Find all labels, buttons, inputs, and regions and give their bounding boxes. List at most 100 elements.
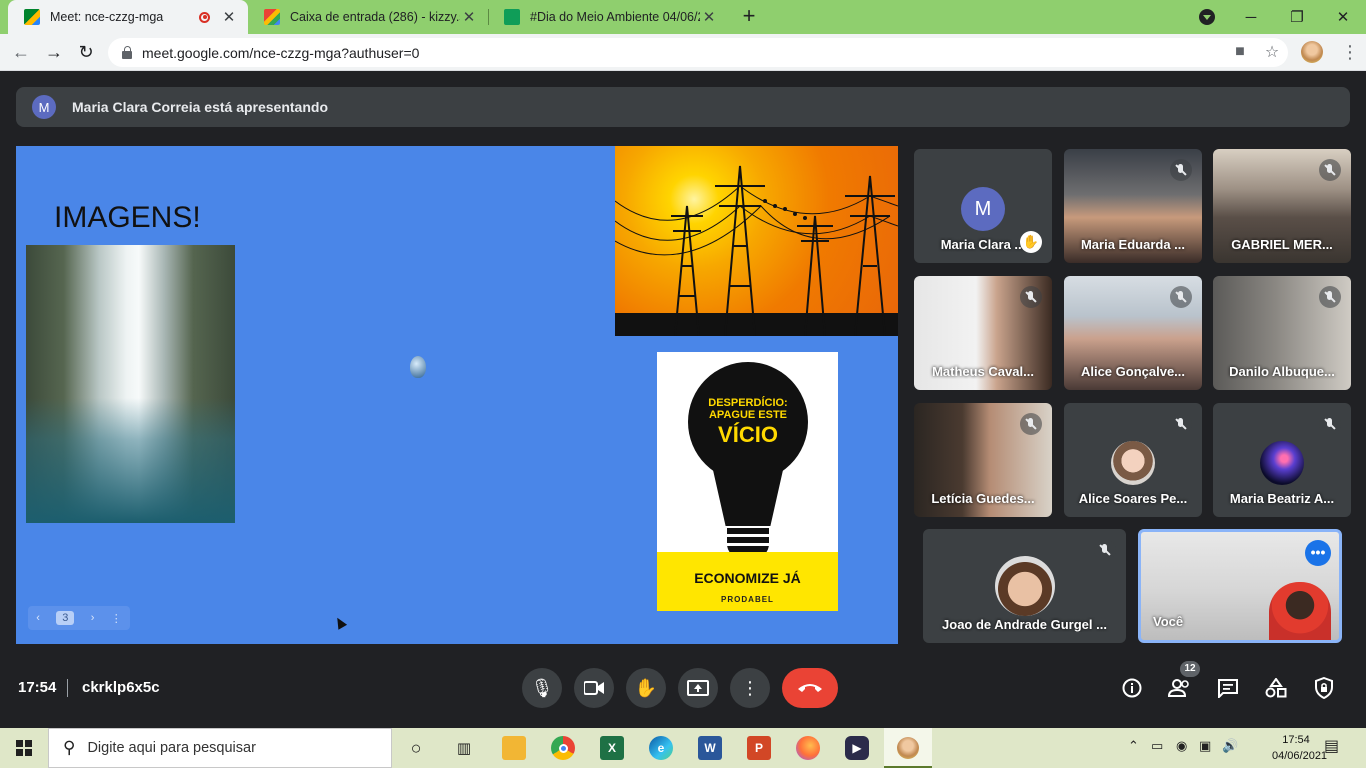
back-icon[interactable]: ← [7,38,35,66]
participant-name: Letícia Guedes... [931,491,1035,506]
participant-tile[interactable]: Matheus Caval... [914,276,1052,390]
microphone-icon: 🎙 [530,677,554,698]
close-tab-icon[interactable]: ✕ [460,8,478,26]
self-tile[interactable]: ••• Você [1138,529,1342,643]
show-hidden-icons-icon[interactable]: ⌃ [1128,738,1139,754]
start-button[interactable] [0,728,48,768]
meeting-time: 17:54 [18,679,57,696]
raised-hand-icon: ✋ [1020,231,1042,253]
participant-tile[interactable]: GABRIEL MER... [1213,149,1351,263]
classroom-favicon-icon [504,9,520,25]
cortana-icon[interactable]: ○ [404,736,428,760]
bookmark-star-icon[interactable]: ☆ [1258,38,1286,66]
meeting-code: ckrklp6x5c [82,679,160,696]
participants-icon[interactable] [1167,675,1193,701]
participant-tile[interactable]: Maria Beatriz A... [1213,403,1351,517]
raise-hand-button[interactable]: ✋ [626,668,666,708]
active-window-button[interactable] [884,728,932,768]
poster-line-3: ECONOMIZE JÁ [694,570,801,586]
new-tab-icon[interactable]: + [737,3,761,29]
camera-button[interactable] [574,668,614,708]
host-controls-icon[interactable] [1311,675,1337,701]
browser-menu-icon[interactable]: ⋮ [1340,38,1360,66]
participant-name: Maria Eduarda ... [1080,237,1186,252]
meet-call: M Maria Clara Correia está apresentando … [0,71,1366,728]
system-clock[interactable]: 17:54 04/06/2021 [1272,732,1327,764]
word-icon[interactable]: W [698,736,722,760]
network-icon[interactable]: ▣ [1199,738,1211,754]
firefox-icon[interactable] [796,736,820,760]
participant-tile[interactable]: Joao de Andrade Gurgel ... [923,529,1126,643]
water-drop-image [260,306,590,523]
separator [67,679,68,697]
close-window-icon[interactable]: ✕ [1320,0,1366,34]
participant-tile[interactable]: Letícia Guedes... [914,403,1052,517]
task-view-icon[interactable]: ▥ [452,736,476,760]
tab-title: Meet: nce-czzg-mga [50,10,164,24]
battery-icon[interactable]: ▭ [1151,738,1163,754]
profile-avatar[interactable] [1301,41,1323,63]
search-icon: ⚲ [63,738,76,757]
powerpoint-icon[interactable]: P [747,736,771,760]
more-options-button[interactable]: ⋮ [730,668,770,708]
present-now-button[interactable] [678,668,718,708]
forward-icon[interactable]: → [40,38,68,66]
presenting-text: Maria Clara Correia está apresentando [72,99,328,115]
notifications-icon[interactable]: ▤ [1324,736,1339,756]
participant-name: Joao de Andrade Gurgel ... [942,617,1107,632]
mic-off-icon [1319,286,1341,308]
windows-logo-icon [16,740,32,756]
present-screen-icon [687,680,709,696]
chat-icon[interactable] [1215,675,1241,701]
media-player-icon[interactable]: ▶ [845,736,869,760]
poster-line-1: DESPERDÍCIO: APAGUE ESTE [708,397,788,421]
close-tab-icon[interactable]: ✕ [700,8,718,26]
lock-icon [122,45,132,59]
taskbar-search[interactable]: ⚲ Digite aqui para pesquisar [48,728,392,768]
address-bar[interactable]: meet.google.com/nce-czzg-mga?authuser=0 [108,38,1288,67]
browser-tab-strip: Meet: nce-czzg-mga ✕ Caixa de entrada (2… [0,0,1366,34]
camera-in-use-icon[interactable]: ■ [1226,38,1254,66]
meet-window-icon [897,737,919,759]
tab-meet[interactable]: Meet: nce-czzg-mga ✕ [8,0,248,34]
mic-off-icon [1020,413,1042,435]
participant-tile[interactable]: Alice Gonçalve... [1064,276,1202,390]
slide-title: IMAGENS! [54,201,201,234]
participant-avatar [994,556,1055,616]
webcam-tray-icon[interactable]: ◉ [1176,738,1187,754]
excel-icon[interactable]: X [600,736,624,760]
participant-tile[interactable]: Alice Soares Pe... [1064,403,1202,517]
close-tab-icon[interactable]: ✕ [220,8,238,26]
windows-taskbar: ⚲ Digite aqui para pesquisar ○ ▥ X e W P… [0,728,1366,768]
more-options-icon[interactable]: ••• [1305,540,1331,566]
tab-classroom[interactable]: #Dia do Meio Ambiente 04/06/20 ✕ [488,0,728,34]
participant-avatar: M [961,187,1005,231]
participant-tile[interactable]: M Maria Clara ... ✋ [914,149,1052,263]
poster-line-2: VÍCIO [718,422,778,447]
slide-menu-icon[interactable]: ⋮ [111,612,122,625]
participant-name: Maria Beatriz A... [1229,491,1335,506]
participant-tile[interactable]: Maria Eduarda ... [1064,149,1202,263]
participant-name: Matheus Caval... [932,364,1034,379]
prev-slide-icon[interactable]: ‹ [36,612,40,624]
system-time: 17:54 [1282,734,1310,746]
minimize-icon[interactable]: ─ [1228,0,1274,34]
edge-icon[interactable]: e [649,736,673,760]
microphone-button[interactable]: 🎙 [522,668,562,708]
next-slide-icon[interactable]: › [91,612,95,624]
meeting-details-icon[interactable] [1119,675,1145,701]
activities-icon[interactable] [1263,675,1289,701]
tab-search-icon[interactable] [1199,9,1215,25]
participant-name: GABRIEL MER... [1231,237,1333,252]
participant-name: Danilo Albuque... [1229,364,1335,379]
reload-icon[interactable]: ↻ [72,38,100,66]
chrome-icon[interactable] [551,736,575,760]
participant-tile[interactable]: Danilo Albuque... [1213,276,1351,390]
presenter-avatar: M [32,95,56,119]
leave-call-button[interactable] [782,668,838,708]
volume-icon[interactable]: 🔊 [1222,738,1238,754]
tab-gmail[interactable]: Caixa de entrada (286) - kizzy.silv ✕ [248,0,488,34]
file-explorer-icon[interactable] [502,736,526,760]
restore-icon[interactable]: ❐ [1274,0,1320,34]
self-video-person [1269,582,1331,640]
